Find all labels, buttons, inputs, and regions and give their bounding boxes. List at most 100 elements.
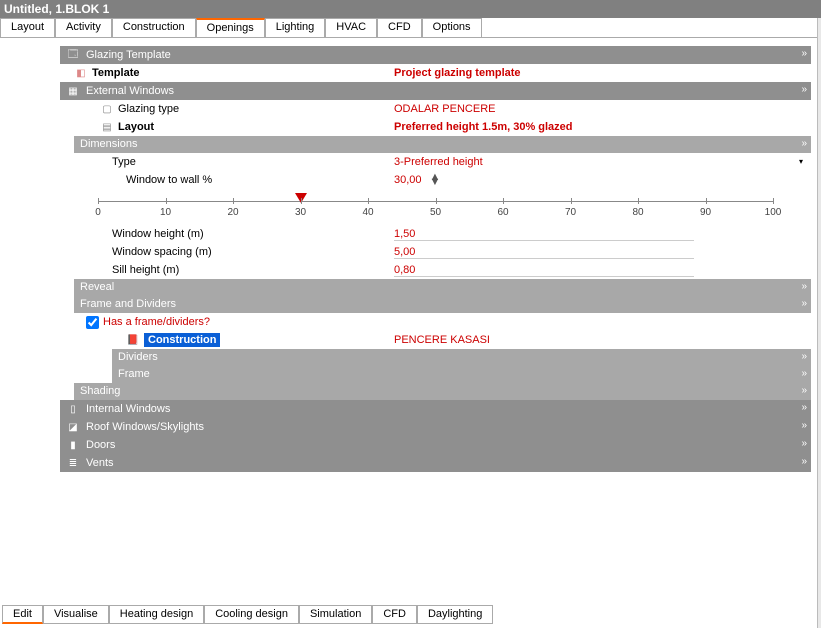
btab-cooling[interactable]: Cooling design [204, 605, 299, 624]
template-icon: 🗔 [66, 48, 80, 62]
slider-tick-label: 30 [295, 207, 306, 218]
subsection-reveal[interactable]: Reveal » [74, 279, 811, 296]
section-external-windows[interactable]: ▦ External Windows » [60, 82, 811, 100]
scrollbar-placeholder[interactable] [817, 18, 821, 628]
slider-tick-label: 80 [632, 207, 643, 218]
section-vents[interactable]: ≣ Vents » [60, 454, 811, 472]
section-label: External Windows [86, 85, 174, 97]
tab-cfd[interactable]: CFD [377, 18, 422, 37]
tab-lighting[interactable]: Lighting [265, 18, 326, 37]
expand-icon: » [801, 420, 805, 431]
row-layout[interactable]: ▤ Layout Preferred height 1.5m, 30% glaze… [60, 118, 811, 136]
window-height-label: Window height (m) [112, 228, 204, 240]
slider-tick-label: 20 [227, 207, 238, 218]
tab-construction[interactable]: Construction [112, 18, 196, 37]
content-panel: 🗔 Glazing Template » ◧ Template Project g… [0, 38, 821, 472]
btab-cfd[interactable]: CFD [372, 605, 417, 624]
slider-tick-label: 70 [565, 207, 576, 218]
tab-layout[interactable]: Layout [0, 18, 55, 37]
btab-simulation[interactable]: Simulation [299, 605, 372, 624]
subsection-dimensions[interactable]: Dimensions » [74, 136, 811, 153]
collapse-icon: » [801, 138, 805, 149]
reveal-label: Reveal [80, 281, 114, 293]
frame-label: Frame [118, 368, 150, 380]
tab-options[interactable]: Options [422, 18, 482, 37]
expand-icon: » [801, 385, 805, 396]
section-glazing-template[interactable]: 🗔 Glazing Template » [60, 46, 811, 64]
tab-openings[interactable]: Openings [196, 18, 265, 37]
window-title: Untitled, 1.BLOK 1 [0, 0, 821, 18]
expand-icon: » [801, 351, 805, 362]
btab-heating[interactable]: Heating design [109, 605, 204, 624]
sill-height-label: Sill height (m) [112, 264, 179, 276]
construction-label: Construction [144, 333, 220, 347]
btab-visualise[interactable]: Visualise [43, 605, 109, 624]
section-label: Internal Windows [86, 403, 170, 415]
layout-icon: ▤ [100, 120, 114, 134]
slider-tick-label: 60 [497, 207, 508, 218]
has-frame-checkbox[interactable] [86, 316, 99, 329]
type-label: Type [112, 156, 136, 168]
btab-daylighting[interactable]: Daylighting [417, 605, 493, 624]
window-spacing-value[interactable]: 5,00 [394, 246, 694, 259]
template-value: Project glazing template [394, 67, 521, 79]
dropdown-caret-icon[interactable]: ▾ [799, 157, 803, 166]
subsection-frame[interactable]: Frame » [112, 366, 811, 383]
tab-activity[interactable]: Activity [55, 18, 112, 37]
door-icon: ▮ [66, 438, 80, 452]
template-label: Template [92, 67, 139, 79]
slider-tick [638, 198, 639, 204]
row-window-spacing[interactable]: Window spacing (m) 5,00 [60, 243, 811, 261]
shading-label: Shading [80, 385, 120, 397]
layout-label: Layout [118, 121, 154, 133]
slider-container: 0102030405060708090100 [60, 189, 811, 225]
window-icon: ▦ [66, 84, 80, 98]
slider-tick [166, 198, 167, 204]
template-item-icon: ◧ [74, 66, 88, 80]
row-sill-height[interactable]: Sill height (m) 0,80 [60, 261, 811, 279]
row-window-to-wall[interactable]: Window to wall % 30,00 ▲▼ [60, 171, 811, 189]
sill-height-value[interactable]: 0,80 [394, 264, 694, 277]
row-type[interactable]: Type 3-Preferred height ▾ [60, 153, 811, 171]
section-internal-windows[interactable]: ▯ Internal Windows » [60, 400, 811, 418]
slider-tick-label: 40 [362, 207, 373, 218]
type-value: 3-Preferred height [394, 156, 483, 168]
collapse-icon: » [801, 48, 805, 59]
row-construction[interactable]: 📕 Construction PENCERE KASASI [60, 331, 811, 349]
wtw-value: 30,00 [394, 174, 422, 186]
slider-tick [706, 198, 707, 204]
window-height-value[interactable]: 1,50 [394, 228, 694, 241]
construction-value: PENCERE KASASI [394, 334, 490, 346]
subsection-shading[interactable]: Shading » [74, 383, 811, 400]
wtw-slider[interactable]: 0102030405060708090100 [98, 195, 773, 223]
slider-tick [98, 198, 99, 204]
slider-tick [436, 198, 437, 204]
section-roof-windows[interactable]: ◪ Roof Windows/Skylights » [60, 418, 811, 436]
section-label: Glazing Template [86, 49, 171, 61]
bottom-tab-bar: Edit Visualise Heating design Cooling de… [2, 605, 493, 624]
section-label: Doors [86, 439, 115, 451]
internal-window-icon: ▯ [66, 402, 80, 416]
slider-tick-label: 10 [160, 207, 171, 218]
subsection-dividers[interactable]: Dividers » [112, 349, 811, 366]
tab-hvac[interactable]: HVAC [325, 18, 377, 37]
dimensions-label: Dimensions [80, 138, 137, 150]
section-doors[interactable]: ▮ Doors » [60, 436, 811, 454]
dividers-label: Dividers [118, 351, 158, 363]
slider-tick [571, 198, 572, 204]
row-glazing-type[interactable]: ▢Glazing type ODALAR PENCERE [60, 100, 811, 118]
slider-tick [503, 198, 504, 204]
slider-tick [368, 198, 369, 204]
expand-icon: » [801, 281, 805, 292]
row-template[interactable]: ◧ Template Project glazing template [60, 64, 811, 82]
row-has-frame[interactable]: Has a frame/dividers? [60, 313, 811, 331]
subsection-frame-dividers[interactable]: Frame and Dividers » [74, 296, 811, 313]
glazing-type-label: Glazing type [118, 103, 179, 115]
spinner-control[interactable]: ▲▼ [430, 175, 441, 185]
construction-icon: 📕 [126, 333, 140, 347]
row-window-height[interactable]: Window height (m) 1,50 [60, 225, 811, 243]
slider-tick [773, 198, 774, 204]
collapse-icon: » [801, 298, 805, 309]
layout-value: Preferred height 1.5m, 30% glazed [394, 121, 573, 133]
btab-edit[interactable]: Edit [2, 605, 43, 624]
